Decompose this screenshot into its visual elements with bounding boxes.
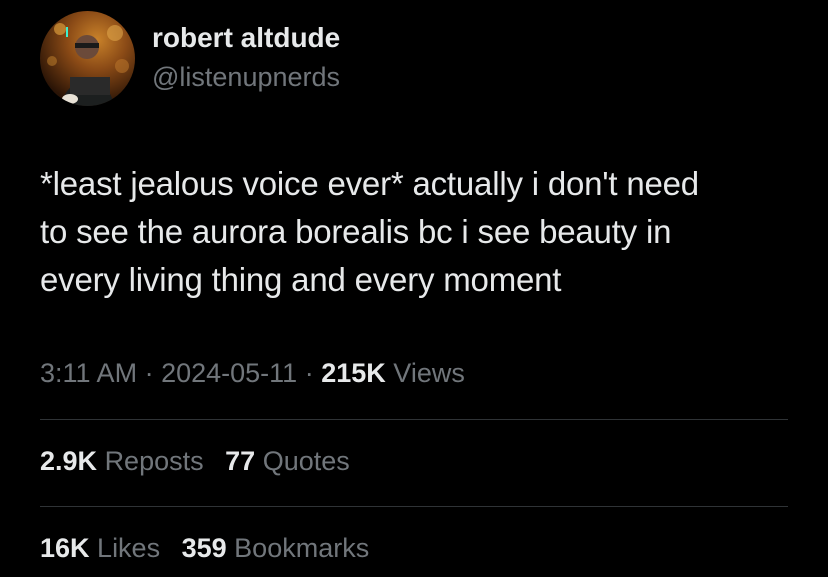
- meta-separator: ·: [304, 358, 314, 388]
- quotes-label: Quotes: [262, 446, 350, 476]
- stats-row-reposts-quotes: 2.9K Reposts 77 Quotes: [40, 446, 364, 477]
- quotes-count: 77: [225, 446, 256, 476]
- divider: [40, 506, 788, 507]
- quotes-stat[interactable]: 77 Quotes: [225, 446, 350, 477]
- author-handle[interactable]: @listenupnerds: [152, 62, 340, 93]
- views-label: Views: [393, 358, 465, 388]
- views-count: 215K: [321, 358, 386, 388]
- stats-row-likes-bookmarks: 16K Likes 359 Bookmarks: [40, 533, 383, 564]
- author-display-name[interactable]: robert altdude: [152, 22, 340, 54]
- tweet-meta: 3:11 AM · 2024-05-11 · 215K Views: [40, 358, 465, 389]
- tweet-text: *least jealous voice ever* actually i do…: [40, 160, 800, 304]
- bookmarks-count: 359: [181, 533, 227, 563]
- bookmarks-label: Bookmarks: [234, 533, 370, 563]
- views[interactable]: 215K Views: [321, 358, 465, 388]
- bookmarks-stat[interactable]: 359 Bookmarks: [182, 533, 370, 564]
- profile-photo-icon: [40, 11, 135, 106]
- tweet-line: every living thing and every moment: [40, 261, 562, 298]
- likes-label: Likes: [97, 533, 161, 563]
- likes-stat[interactable]: 16K Likes: [40, 533, 160, 564]
- reposts-count: 2.9K: [40, 446, 98, 476]
- tweet-line: to see the aurora borealis bc i see beau…: [40, 213, 672, 250]
- tweet-line: *least jealous voice ever* actually i do…: [40, 165, 699, 202]
- avatar[interactable]: [40, 11, 135, 106]
- tweet-time[interactable]: 3:11 AM: [40, 358, 137, 388]
- likes-count: 16K: [40, 533, 90, 563]
- reposts-label: Reposts: [104, 446, 204, 476]
- reposts-stat[interactable]: 2.9K Reposts: [40, 446, 204, 477]
- tweet-date[interactable]: 2024-05-11: [161, 358, 297, 388]
- divider: [40, 419, 788, 420]
- meta-separator: ·: [144, 358, 154, 388]
